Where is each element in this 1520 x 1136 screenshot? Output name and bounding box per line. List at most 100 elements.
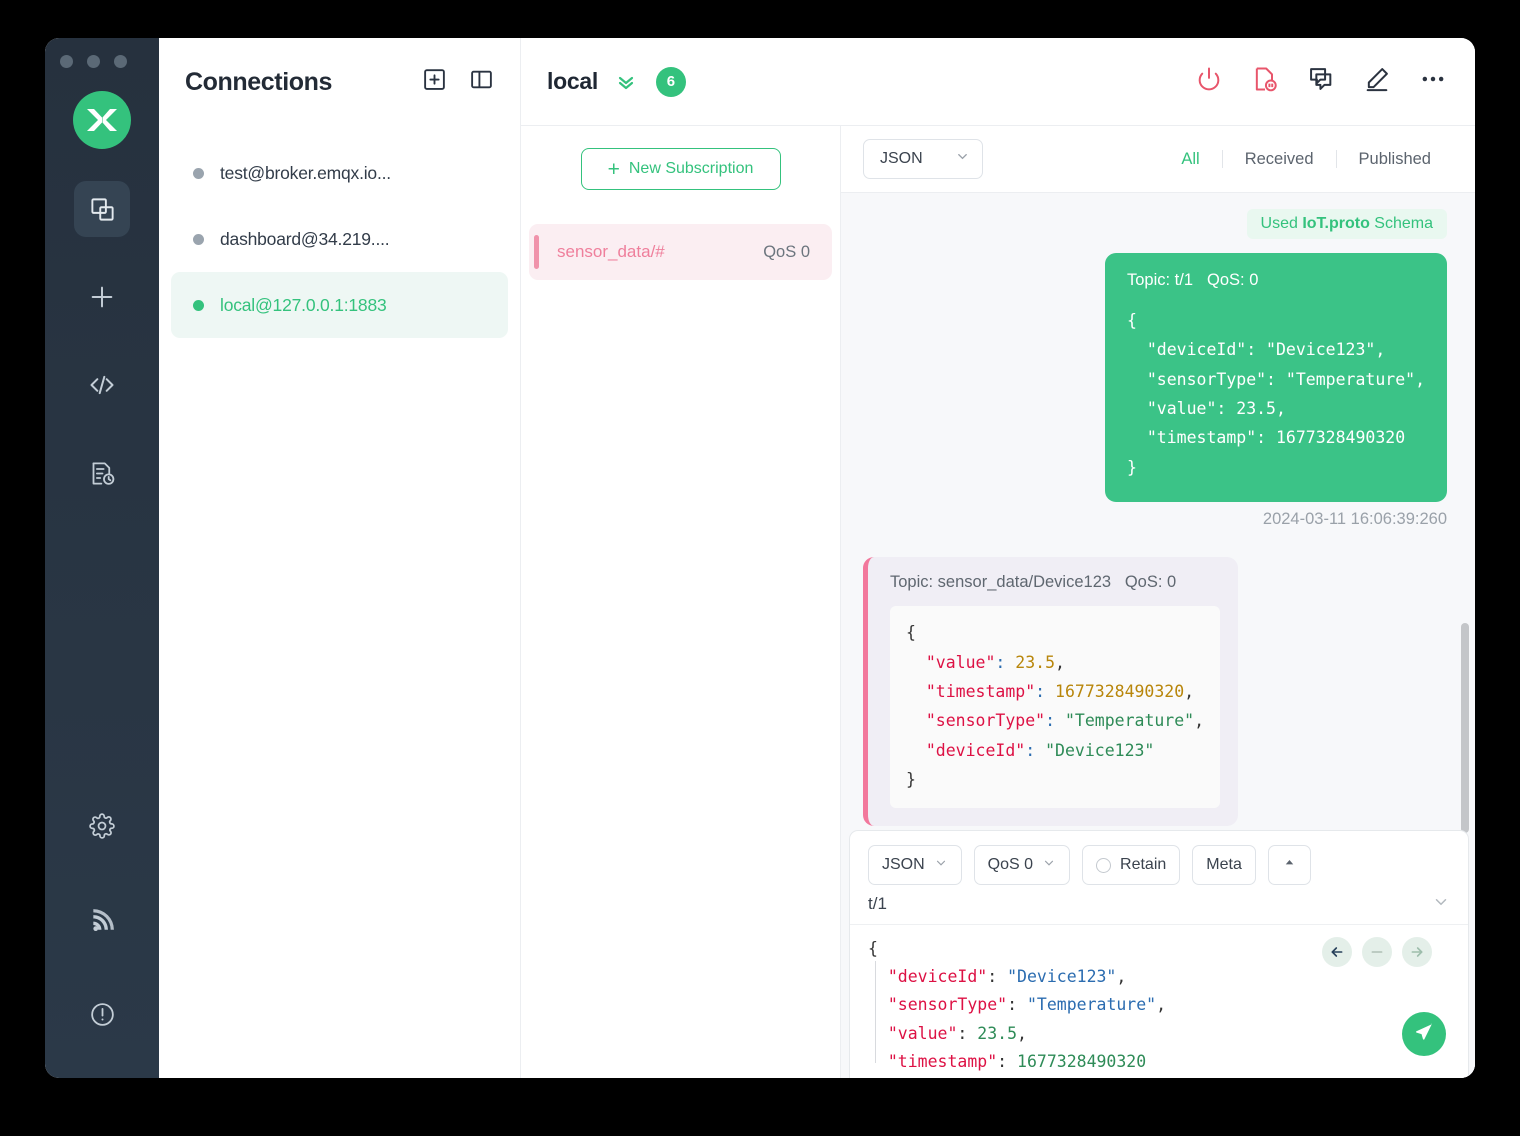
received-payload: { "value": 23.5, "timestamp": 1677328490… xyxy=(890,606,1221,809)
send-paper-plane-icon xyxy=(1413,1021,1435,1048)
status-dot xyxy=(193,299,204,311)
subscription-topic: sensor_data/# xyxy=(557,242,665,261)
messages-panel: JSON All Received Published Used IoT.pro… xyxy=(841,126,1475,1078)
disconnect-button[interactable] xyxy=(1195,65,1223,98)
composer-qos-select[interactable]: QoS 0 xyxy=(973,845,1071,885)
connection-item-0[interactable]: test@broker.emqx.io... xyxy=(171,140,508,206)
messages-toolbar: JSON All Received Published xyxy=(841,126,1475,193)
composer-topic-row[interactable]: t/1 xyxy=(850,885,1468,925)
schema-suffix: Schema xyxy=(1369,215,1433,232)
subscription-color-bar xyxy=(534,235,539,269)
clear-messages-button[interactable] xyxy=(1307,65,1335,98)
chevron-down-icon[interactable] xyxy=(1432,893,1450,916)
composer-editor[interactable]: { "deviceId": "Device123", "sensorType":… xyxy=(850,925,1468,1078)
published-bubble: Topic: t/1 QoS: 0 { "deviceId": "Device12… xyxy=(1104,253,1447,503)
message-format-value: JSON xyxy=(880,150,923,167)
published-message[interactable]: Topic: t/1 QoS: 0 { "deviceId": "Device12… xyxy=(863,253,1447,529)
panel-toggle-button[interactable] xyxy=(469,67,494,97)
received-bubble: Topic: sensor_data/Device123 QoS: 0 { "v… xyxy=(863,557,1239,827)
app-window: Connections test@broker.emqx.io... dashb… xyxy=(45,38,1475,1078)
filter-tab-received[interactable]: Received xyxy=(1223,150,1336,169)
code-brackets-icon xyxy=(88,371,116,399)
connections-panel: Connections test@broker.emqx.io... dashb… xyxy=(159,38,521,1078)
message-count-badge: 6 xyxy=(655,66,686,97)
connection-label: test@broker.emqx.io... xyxy=(220,162,391,183)
received-topic: Topic: sensor_data/Device123 xyxy=(890,573,1112,592)
connections-title: Connections xyxy=(185,67,332,96)
rail-item-new-connection[interactable] xyxy=(74,269,130,325)
edit-connection-button[interactable] xyxy=(1363,65,1391,98)
composer-collapse-button[interactable] xyxy=(1267,845,1311,885)
more-options-button[interactable] xyxy=(1419,65,1447,98)
history-clear-button[interactable] xyxy=(1362,936,1392,967)
minimize-window-button[interactable] xyxy=(87,55,100,68)
composer-meta-button[interactable]: Meta xyxy=(1192,845,1256,885)
chevron-down-icon xyxy=(955,149,970,169)
history-back-button[interactable] xyxy=(1322,936,1352,967)
pencil-icon xyxy=(1363,65,1391,98)
message-format-select[interactable]: JSON xyxy=(863,139,983,179)
connection-item-1[interactable]: dashboard@34.219.... xyxy=(171,206,508,272)
rail-item-scripts[interactable] xyxy=(74,357,130,413)
double-chevron-down-icon[interactable] xyxy=(614,70,638,94)
power-icon xyxy=(1195,65,1223,98)
composer-qos-value: QoS 0 xyxy=(987,856,1034,873)
right-side: local 6 + New Subscription sensor_data/#… xyxy=(521,38,1475,1078)
rail-item-settings[interactable] xyxy=(74,798,130,854)
filter-tab-all[interactable]: All xyxy=(1159,150,1221,169)
composer-format-value: JSON xyxy=(882,856,925,873)
status-dot xyxy=(193,233,204,245)
document-clock-icon xyxy=(89,460,116,487)
subscriptions-panel: + New Subscription sensor_data/# QoS 0 xyxy=(521,126,841,1078)
received-qos: QoS: 0 xyxy=(1124,573,1177,592)
info-circle-icon xyxy=(89,1001,116,1028)
send-message-button[interactable] xyxy=(1402,1012,1446,1056)
rail-item-broker[interactable] xyxy=(74,892,130,948)
published-qos: QoS: 0 xyxy=(1207,271,1259,289)
window-traffic-lights xyxy=(60,55,127,68)
status-dot xyxy=(193,167,204,179)
rail-item-connections[interactable] xyxy=(74,181,130,237)
filter-tab-published[interactable]: Published xyxy=(1337,150,1453,169)
composer-topic-value: t/1 xyxy=(868,894,887,914)
subscription-item[interactable]: sensor_data/# QoS 0 xyxy=(529,224,832,280)
close-window-button[interactable] xyxy=(60,55,73,68)
chevron-down-icon xyxy=(1042,856,1056,875)
composer-meta-label: Meta xyxy=(1206,856,1242,873)
rail-item-log[interactable] xyxy=(74,445,130,501)
editor-history-nav xyxy=(1322,936,1432,967)
new-connection-button[interactable] xyxy=(422,67,447,97)
publish-composer: JSON QoS 0 Retain Meta t/1 {"deviceId":… xyxy=(849,830,1469,1078)
connection-topbar: local 6 xyxy=(521,38,1475,126)
gear-icon xyxy=(89,813,115,839)
connection-item-2[interactable]: local@127.0.0.1:1883 xyxy=(171,272,508,338)
received-message[interactable]: Topic: sensor_data/Device123 QoS: 0 { "v… xyxy=(863,557,1447,855)
composer-retain-toggle[interactable]: Retain xyxy=(1082,845,1181,885)
new-subscription-label: New Subscription xyxy=(628,160,754,177)
plus-icon: + xyxy=(607,157,620,181)
ellipsis-icon xyxy=(1419,65,1447,98)
stop-recording-button[interactable] xyxy=(1251,65,1279,98)
new-subscription-button[interactable]: + New Subscription xyxy=(580,148,781,190)
file-pause-icon xyxy=(1251,65,1279,98)
schema-name: IoT.proto xyxy=(1302,215,1370,232)
published-payload: { "deviceId": "Device123", "sensorType":… xyxy=(1126,311,1425,477)
plus-icon xyxy=(88,283,116,311)
radio-icon xyxy=(1096,857,1112,873)
subscription-qos: QoS 0 xyxy=(763,242,810,261)
composer-format-select[interactable]: JSON xyxy=(868,845,962,885)
mqttx-logo-icon xyxy=(73,91,131,149)
rail-item-about[interactable] xyxy=(74,986,130,1042)
schema-badge: Used IoT.proto Schema xyxy=(1246,209,1447,239)
page-title: local xyxy=(547,68,598,94)
zoom-window-button[interactable] xyxy=(114,55,127,68)
connection-label: local@127.0.0.1:1883 xyxy=(220,294,387,315)
messages-scrollbar[interactable] xyxy=(1461,623,1469,833)
signal-icon xyxy=(89,907,115,933)
message-filter-tabs: All Received Published xyxy=(1159,150,1453,169)
published-topic: Topic: t/1 xyxy=(1126,271,1194,289)
connections-header: Connections xyxy=(159,38,520,126)
copy-squares-icon xyxy=(89,196,116,223)
chevron-down-icon xyxy=(934,856,948,875)
history-forward-button[interactable] xyxy=(1402,936,1432,967)
